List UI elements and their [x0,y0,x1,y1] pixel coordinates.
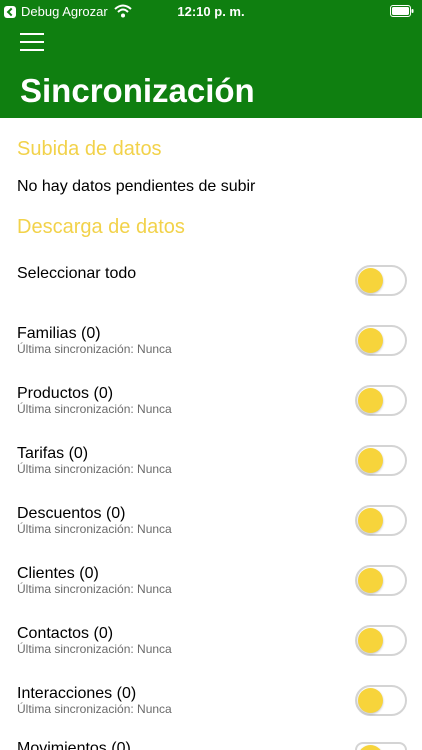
upload-status-text: No hay datos pendientes de subir [17,178,256,195]
movimientos-toggle[interactable] [355,742,407,750]
productos-toggle[interactable] [355,385,407,416]
descuentos-toggle[interactable] [355,505,407,536]
sync-row-last-sync: Última sincronización: Nunca [17,342,172,356]
sync-row-last-sync: Última sincronización: Nunca [17,642,172,656]
toggle-knob [358,568,383,593]
download-section-title: Descarga de datos [17,216,185,238]
sync-row-label: Movimientos (0) [17,740,131,750]
sync-row-label: Tarifas (0) [17,445,89,462]
status-time: 12:10 p. m. [177,4,245,19]
tarifas-toggle[interactable] [355,445,407,476]
toggle-knob [358,448,383,473]
select-all-toggle[interactable] [355,265,407,296]
upload-section-title: Subida de datos [17,138,162,160]
contactos-toggle[interactable] [355,625,407,656]
sync-row-label: Familias (0) [17,325,101,342]
toggle-knob [358,628,383,653]
sync-row-last-sync: Última sincronización: Nunca [17,402,172,416]
interacciones-toggle[interactable] [355,685,407,716]
familias-toggle[interactable] [355,325,407,356]
status-bar: Debug Agrozar 12:10 p. m. [0,0,422,22]
toggle-knob [358,745,383,750]
sync-row-last-sync: Última sincronización: Nunca [17,522,172,536]
clientes-toggle[interactable] [355,565,407,596]
toggle-knob [358,508,383,533]
sync-row-label: Contactos (0) [17,625,114,642]
hamburger-menu-icon[interactable] [20,33,45,53]
sync-row-label: Descuentos (0) [17,505,126,522]
sync-row-label: Interacciones (0) [17,685,137,702]
toggle-knob [358,268,383,293]
toggle-knob [358,388,383,413]
select-all-label: Seleccionar todo [17,265,137,282]
sync-row-last-sync: Última sincronización: Nunca [17,702,172,716]
toggle-knob [358,688,383,713]
app-header: Debug Agrozar 12:10 p. m. Sincronización [0,0,422,118]
battery-icon [390,5,414,17]
sync-row-label: Clientes (0) [17,565,99,582]
sync-row-last-sync: Última sincronización: Nunca [17,462,172,476]
sync-row-label: Productos (0) [17,385,114,402]
sync-row-last-sync: Última sincronización: Nunca [17,582,172,596]
toggle-knob [358,328,383,353]
page-title: Sincronización [20,72,255,109]
